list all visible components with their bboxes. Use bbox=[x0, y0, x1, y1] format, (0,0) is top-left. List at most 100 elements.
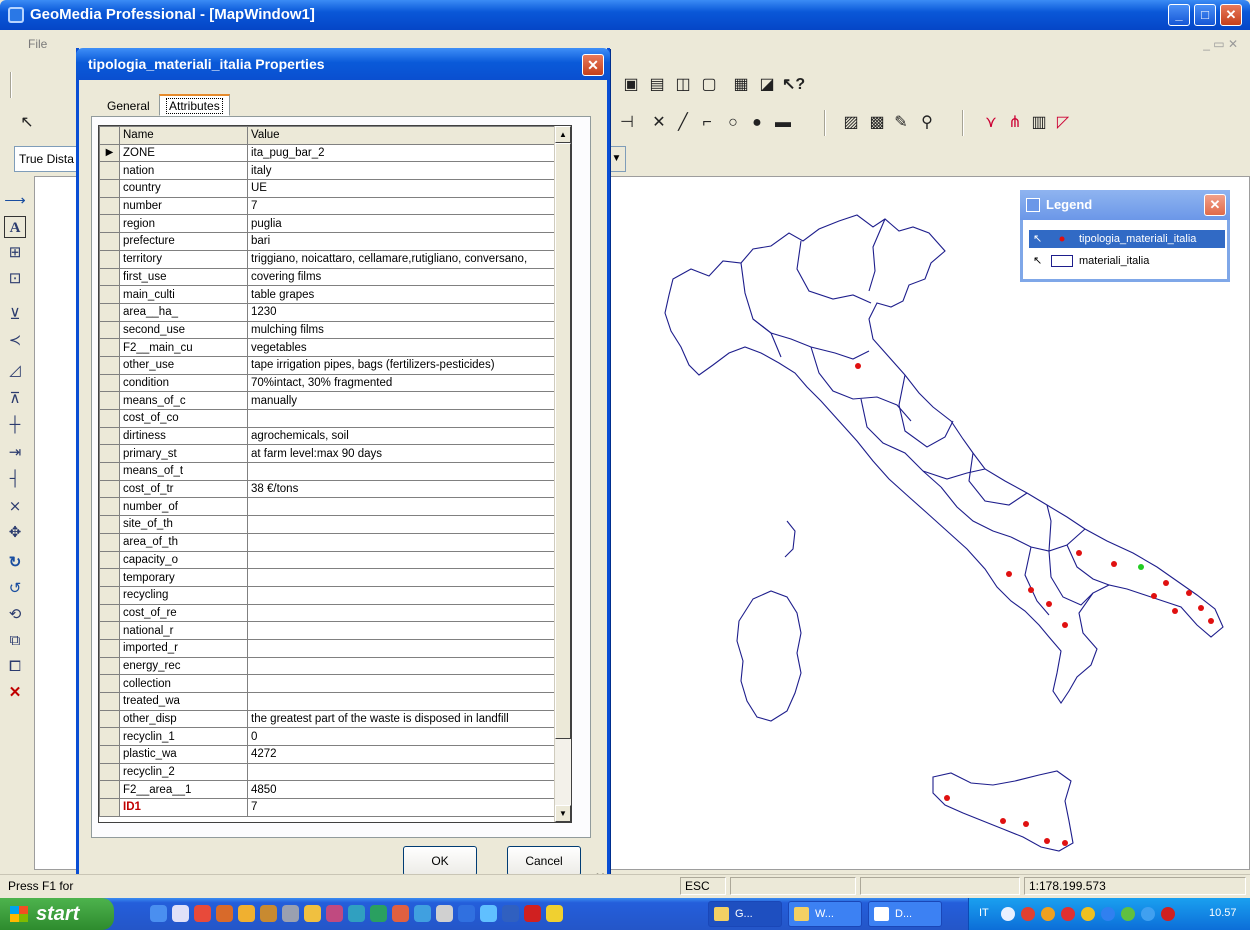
cross-icon[interactable]: ✕ bbox=[648, 112, 670, 134]
row-selector[interactable] bbox=[99, 338, 120, 357]
slash-icon[interactable]: ╱ bbox=[672, 112, 694, 134]
table-row[interactable]: nation italy bbox=[99, 161, 558, 181]
row-selector[interactable] bbox=[99, 745, 120, 764]
feature-point[interactable] bbox=[1062, 840, 1068, 846]
move-icon[interactable]: ✥ bbox=[4, 522, 26, 544]
row-selector[interactable] bbox=[99, 638, 120, 658]
close-window-button[interactable]: ✕ bbox=[1220, 4, 1242, 26]
rectangle-icon[interactable]: ▬ bbox=[772, 112, 794, 134]
quicklaunch-icon[interactable] bbox=[436, 905, 453, 922]
continue-geometry-icon[interactable]: ≺ bbox=[4, 330, 26, 352]
maximize-button[interactable]: □ bbox=[1194, 4, 1216, 26]
table-row[interactable]: treated_wa bbox=[99, 692, 558, 711]
table-row[interactable]: territory triggiano, noicattaro, cellamar… bbox=[99, 249, 558, 269]
table-row[interactable]: ID1 7 bbox=[99, 798, 558, 817]
table-row[interactable]: primary_st at farm level:max 90 days bbox=[99, 444, 558, 464]
row-selector[interactable] bbox=[99, 232, 120, 251]
task-window[interactable]: W... bbox=[788, 901, 862, 927]
feature-point[interactable] bbox=[1151, 593, 1157, 599]
legend-close-button[interactable]: ✕ bbox=[1204, 194, 1226, 216]
attribute-value[interactable] bbox=[247, 409, 558, 428]
row-selector[interactable] bbox=[99, 603, 120, 623]
attribute-value[interactable]: 7 bbox=[247, 196, 558, 216]
geocode-icon[interactable]: ◸ bbox=[1052, 112, 1074, 134]
quicklaunch-icon[interactable] bbox=[546, 905, 563, 922]
attribute-value[interactable]: 0 bbox=[247, 727, 558, 747]
table-row[interactable]: area__ha_ 1230 bbox=[99, 302, 558, 322]
attribute-value[interactable] bbox=[247, 638, 558, 658]
attribute-value[interactable]: bari bbox=[247, 232, 558, 251]
row-selector[interactable] bbox=[99, 355, 120, 375]
attribute-value[interactable] bbox=[247, 550, 558, 570]
tray-icon[interactable] bbox=[1061, 907, 1075, 921]
analysis-icon[interactable]: ⋎ bbox=[980, 112, 1002, 134]
split-icon[interactable]: ⊼ bbox=[4, 388, 26, 410]
attribute-value[interactable] bbox=[247, 674, 558, 693]
dialog-title-bar[interactable]: tipologia_materiali_italia Properties ✕ bbox=[76, 48, 610, 80]
table-row[interactable]: plastic_wa 4272 bbox=[99, 745, 558, 764]
feature-point[interactable] bbox=[855, 363, 861, 369]
attribute-value[interactable]: table grapes bbox=[247, 285, 558, 304]
tray-icon[interactable] bbox=[1021, 907, 1035, 921]
task-geomedia[interactable]: G... bbox=[708, 901, 782, 927]
quicklaunch-ie-icon[interactable] bbox=[150, 905, 167, 922]
attribute-value[interactable]: agrochemicals, soil bbox=[247, 426, 558, 446]
cancel-button[interactable]: Cancel bbox=[507, 846, 581, 876]
table-row[interactable]: number_of bbox=[99, 497, 558, 517]
attribute-value[interactable]: italy bbox=[247, 161, 558, 181]
quicklaunch-icon[interactable] bbox=[260, 905, 277, 922]
label-icon[interactable]: ⊞ bbox=[4, 242, 26, 264]
task-document[interactable]: D... bbox=[868, 901, 942, 927]
spin-icon[interactable]: ⟲ bbox=[4, 604, 26, 626]
feature-point[interactable] bbox=[1138, 564, 1144, 570]
edit-icon[interactable]: ✎ bbox=[890, 112, 912, 134]
row-selector[interactable] bbox=[99, 762, 120, 782]
attribute-value[interactable] bbox=[247, 532, 558, 552]
feature-point[interactable] bbox=[1006, 571, 1012, 577]
row-selector[interactable] bbox=[99, 462, 120, 481]
grid-scrollbar[interactable]: ▲ ▼ bbox=[554, 126, 571, 822]
attribute-value[interactable]: manually bbox=[247, 391, 558, 410]
quicklaunch-icon[interactable] bbox=[216, 905, 233, 922]
buffer-icon[interactable]: ⋔ bbox=[1004, 112, 1026, 134]
row-selector[interactable] bbox=[99, 320, 120, 340]
attribute-value[interactable]: vegetables bbox=[247, 338, 558, 357]
table-row[interactable]: region puglia bbox=[99, 214, 558, 234]
attribute-value[interactable] bbox=[247, 462, 558, 481]
properties-dialog[interactable]: tipologia_materiali_italia Properties ✕ … bbox=[76, 48, 610, 890]
dot-icon[interactable]: ● bbox=[746, 112, 768, 134]
row-selector[interactable] bbox=[99, 161, 120, 181]
feature-point[interactable] bbox=[1046, 601, 1052, 607]
legend-entry[interactable]: ↖ tipologia_materiali_italia bbox=[1029, 230, 1225, 248]
quicklaunch-icon[interactable] bbox=[370, 905, 387, 922]
legend-entry[interactable]: ↖ materiali_italia bbox=[1029, 252, 1225, 270]
table-row[interactable]: energy_rec bbox=[99, 656, 558, 676]
table-row[interactable]: means_of_t bbox=[99, 462, 558, 481]
quicklaunch-icon[interactable] bbox=[458, 905, 475, 922]
quicklaunch-icon[interactable] bbox=[502, 905, 519, 922]
feature-point[interactable] bbox=[1076, 550, 1082, 556]
feature-points-green[interactable] bbox=[1138, 564, 1144, 570]
row-selector[interactable] bbox=[99, 479, 120, 499]
attribute-value[interactable] bbox=[247, 568, 558, 587]
quicklaunch-icon[interactable] bbox=[194, 905, 211, 922]
table-row[interactable]: ▶ ZONE ita_pug_bar_2 bbox=[99, 143, 558, 163]
table-row[interactable]: cost_of_tr 38 €/tons bbox=[99, 479, 558, 499]
row-selector[interactable] bbox=[99, 532, 120, 552]
table-row[interactable]: means_of_c manually bbox=[99, 391, 558, 410]
attribute-value[interactable]: the greatest part of the waste is dispos… bbox=[247, 709, 558, 729]
trim-icon[interactable]: ┼ bbox=[4, 414, 26, 436]
attribute-value[interactable] bbox=[247, 603, 558, 623]
feature-point[interactable] bbox=[1044, 838, 1050, 844]
attribute-value[interactable] bbox=[247, 621, 558, 640]
tray-icon[interactable] bbox=[1141, 907, 1155, 921]
attribute-value[interactable]: triggiano, noicattaro, cellamare,rutigli… bbox=[247, 249, 558, 269]
row-selector[interactable] bbox=[99, 426, 120, 446]
row-selector[interactable] bbox=[99, 444, 120, 464]
table-row[interactable]: recyclin_2 bbox=[99, 762, 558, 782]
row-selector[interactable] bbox=[99, 391, 120, 410]
row-selector[interactable] bbox=[99, 798, 120, 817]
table-row[interactable]: recycling bbox=[99, 585, 558, 605]
attribute-value[interactable] bbox=[247, 656, 558, 676]
row-selector[interactable] bbox=[99, 497, 120, 517]
